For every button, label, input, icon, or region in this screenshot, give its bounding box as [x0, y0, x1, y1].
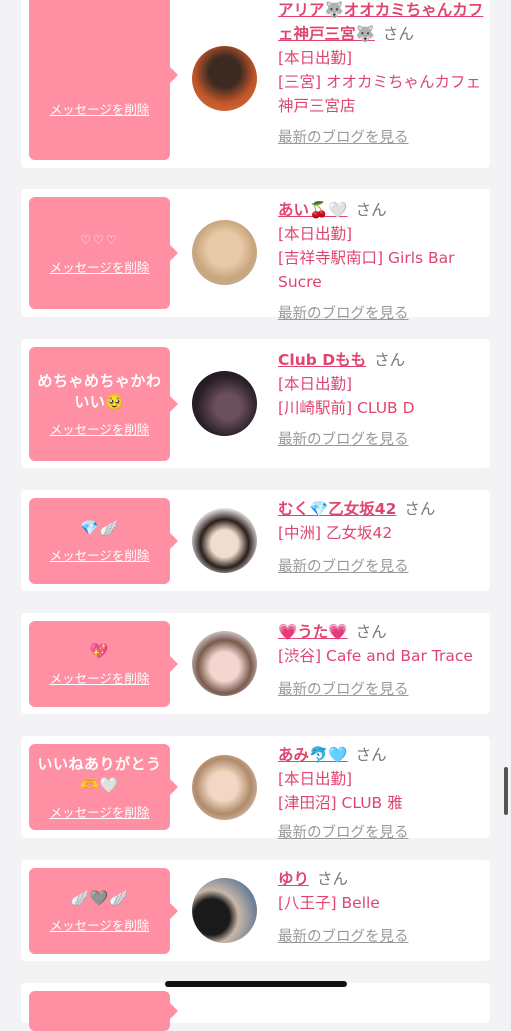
latest-blog-link[interactable]: 最新のブログを見る: [278, 302, 486, 326]
cast-details: [渋谷] Cafe and Bar Trace: [278, 647, 473, 665]
latest-blog-link[interactable]: 最新のブログを見る: [278, 555, 486, 579]
message-text: ♡♡♡: [80, 233, 119, 247]
cast-name-link[interactable]: 💗うた💗: [278, 623, 348, 641]
message-text: 💖: [89, 642, 110, 660]
latest-blog-link[interactable]: 最新のブログを見る: [278, 678, 486, 702]
name-line: あい🍒🤍 さん: [278, 198, 486, 222]
scrollbar[interactable]: [504, 767, 508, 815]
latest-blog-link[interactable]: 最新のブログを見る: [278, 925, 486, 949]
message-text: 🪽🩶🪽: [70, 889, 129, 907]
message-text: 💎🪽: [80, 519, 119, 537]
avatar[interactable]: [192, 220, 257, 285]
name-line: むく💎乙女坂42 さん: [278, 497, 486, 521]
message-card: いいねありがとう🫶🤍 メッセージを削除 あみ🐬🩵 さん [本日出勤] [津田沼] …: [21, 736, 490, 841]
avatar[interactable]: [192, 508, 257, 573]
message-card: ♡♡♡ メッセージを削除 あい🍒🤍 さん [本日出勤] [吉祥寺駅南口] Girl…: [21, 189, 490, 322]
avatar[interactable]: [192, 371, 257, 436]
cast-info: アリア🐺オオカミちゃんカフェ神戸三宮🐺 さん [本日出勤] [三宮] オオカミちゃ…: [278, 0, 486, 150]
name-line: Club Dもも さん: [278, 348, 486, 372]
avatar[interactable]: [192, 46, 257, 111]
delete-message-link[interactable]: メッセージを削除: [50, 99, 150, 118]
delete-message-link[interactable]: メッセージを削除: [50, 257, 150, 276]
message-card: [21, 983, 490, 1031]
latest-blog-link[interactable]: 最新のブログを見る: [278, 126, 486, 150]
cast-name-link[interactable]: あみ🐬🩵: [278, 746, 348, 764]
message-card: めちゃめちゃかわいい🥹 メッセージを削除 Club Dもも さん [本日出勤] […: [21, 339, 490, 468]
message-bubble: いいねありがとう🫶🤍 メッセージを削除: [29, 744, 178, 830]
home-indicator: [165, 981, 347, 987]
latest-blog-link[interactable]: 最新のブログを見る: [278, 428, 486, 452]
delete-message-link[interactable]: メッセージを削除: [50, 668, 150, 687]
message-card: 💖 メッセージを削除 💗うた💗 さん [渋谷] Cafe and Bar Trac…: [21, 613, 490, 714]
message-bubble: 💎🪽 メッセージを削除: [29, 498, 178, 584]
message-bubble: 🪽🩶🪽 メッセージを削除: [29, 868, 178, 954]
cast-details: [本日出勤] [吉祥寺駅南口] Girls Bar Sucre: [278, 225, 455, 291]
cast-name-link[interactable]: むく💎乙女坂42: [278, 500, 396, 518]
cast-info: むく💎乙女坂42 さん [中洲] 乙女坂42 最新のブログを見る: [278, 497, 486, 579]
name-line: アリア🐺オオカミちゃんカフェ神戸三宮🐺 さん: [278, 0, 486, 46]
honorific: さん: [317, 870, 349, 888]
honorific: さん: [355, 623, 387, 641]
cast-info: あみ🐬🩵 さん [本日出勤] [津田沼] CLUB 雅 最新のブログを見る: [278, 743, 486, 845]
message-card: 💎🪽 メッセージを削除 むく💎乙女坂42 さん [中洲] 乙女坂42 最新のブログ…: [21, 490, 490, 591]
cast-info: ゆり さん [八王子] Belle 最新のブログを見る: [278, 867, 486, 949]
honorific: さん: [355, 746, 387, 764]
delete-message-link[interactable]: メッセージを削除: [50, 419, 150, 438]
honorific: さん: [374, 351, 406, 369]
name-line: ゆり さん: [278, 867, 486, 891]
cast-info: Club Dもも さん [本日出勤] [川崎駅前] CLUB D 最新のブログを見…: [278, 348, 486, 452]
delete-message-link[interactable]: メッセージを削除: [50, 802, 150, 821]
cast-details: [本日出勤] [三宮] オオカミちゃんカフェ神戸三宮店: [278, 49, 482, 115]
message-bubble: ♡♡♡ メッセージを削除: [29, 197, 178, 309]
message-text: いいねありがとう🫶🤍: [37, 754, 162, 794]
cast-details: [本日出勤] [川崎駅前] CLUB D: [278, 375, 415, 417]
message-text: めちゃめちゃかわいい🥹: [37, 371, 162, 411]
message-bubble: [29, 991, 178, 1031]
honorific: さん: [404, 500, 436, 518]
cast-details: [八王子] Belle: [278, 894, 380, 912]
avatar[interactable]: [192, 878, 257, 943]
delete-message-link[interactable]: メッセージを削除: [50, 915, 150, 934]
message-bubble: めちゃめちゃかわいい🥹 メッセージを削除: [29, 347, 178, 461]
delete-message-link[interactable]: メッセージを削除: [50, 545, 150, 564]
name-line: 💗うた💗 さん: [278, 620, 486, 644]
message-card: メッセージを削除 アリア🐺オオカミちゃんカフェ神戸三宮🐺 さん [本日出勤] [三…: [21, 0, 490, 168]
cast-name-link[interactable]: Club Dもも: [278, 351, 366, 369]
name-line: あみ🐬🩵 さん: [278, 743, 486, 767]
latest-blog-link[interactable]: 最新のブログを見る: [278, 821, 486, 845]
message-card: 🪽🩶🪽 メッセージを削除 ゆり さん [八王子] Belle 最新のブログを見る: [21, 860, 490, 961]
cast-info: 💗うた💗 さん [渋谷] Cafe and Bar Trace 最新のブログを見る: [278, 620, 486, 702]
honorific: さん: [355, 201, 387, 219]
avatar[interactable]: [192, 631, 257, 696]
message-bubble: メッセージを削除: [29, 0, 178, 160]
message-bubble: 💖 メッセージを削除: [29, 621, 178, 707]
avatar[interactable]: [192, 755, 257, 820]
cast-details: [本日出勤] [津田沼] CLUB 雅: [278, 770, 403, 812]
cast-name-link[interactable]: アリア🐺オオカミちゃんカフェ神戸三宮🐺: [278, 1, 483, 43]
cast-info: あい🍒🤍 さん [本日出勤] [吉祥寺駅南口] Girls Bar Sucre 最…: [278, 198, 486, 326]
honorific: さん: [382, 25, 414, 43]
cast-name-link[interactable]: あい🍒🤍: [278, 201, 348, 219]
cast-details: [中洲] 乙女坂42: [278, 524, 393, 542]
cast-name-link[interactable]: ゆり: [278, 870, 309, 888]
